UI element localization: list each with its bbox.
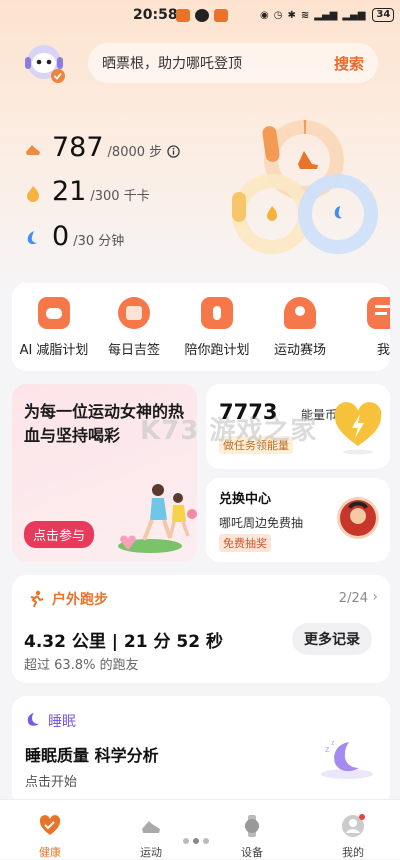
calendar-runner-icon bbox=[201, 297, 233, 329]
redeem-center-card[interactable]: 兑换中心 哪吒周边免费抽 免费抽奖 bbox=[206, 478, 390, 562]
tab-exercise[interactable]: 运动 bbox=[121, 814, 181, 860]
bluetooth-icon: ✱ bbox=[287, 9, 296, 21]
location-pin-icon bbox=[284, 297, 316, 329]
redeem-subtitle: 哪吒周边免费抽 bbox=[219, 516, 304, 530]
energy-heart-icon bbox=[334, 402, 382, 455]
quick-daily-sign[interactable]: 每日吉签 bbox=[94, 297, 174, 358]
sleep-start-link[interactable]: 点击开始 bbox=[25, 771, 77, 790]
document-icon bbox=[367, 297, 390, 329]
battery-icon: 34 bbox=[372, 8, 395, 22]
quick-run-plan[interactable]: 陪你跑计划 bbox=[177, 297, 257, 358]
tab-devices-label: 设备 bbox=[241, 846, 263, 859]
status-time: 20:58 bbox=[133, 7, 178, 23]
eye-icon: ◉ bbox=[260, 9, 269, 21]
bell-icon bbox=[195, 8, 209, 22]
run-comparison: 超过 63.8% 的跑友 bbox=[24, 658, 139, 673]
more-records-button[interactable]: 更多记录 bbox=[292, 623, 372, 655]
calories-value: 21 bbox=[52, 176, 87, 207]
minutes-metric[interactable]: 0 /30 分钟 bbox=[24, 221, 124, 252]
calendar-pig-icon bbox=[38, 297, 70, 329]
calories-ring-progress bbox=[232, 192, 246, 222]
quick-ai-plan[interactable]: AI 减脂计划 bbox=[14, 297, 94, 358]
tab-health-label: 健康 bbox=[39, 846, 61, 859]
clock-icon bbox=[27, 231, 37, 245]
bottom-tab-bar: 健康 运动 设备 我的 bbox=[0, 799, 400, 859]
page-dots bbox=[183, 838, 209, 844]
activity-rings[interactable] bbox=[228, 118, 388, 258]
runner-icon bbox=[30, 590, 44, 608]
alarm-icon: ◷ bbox=[273, 9, 283, 21]
tab-me[interactable]: 我的 bbox=[323, 814, 383, 860]
run-page-indicator: 2/24 bbox=[338, 591, 368, 606]
search-button[interactable]: 搜索 bbox=[334, 53, 364, 74]
redeem-title: 兑换中心 bbox=[219, 492, 272, 507]
steps-target: /8000 步 bbox=[107, 145, 163, 160]
footprint-icon bbox=[298, 151, 318, 169]
quick-my-more-label: 我的指 bbox=[377, 343, 390, 358]
watch-icon bbox=[245, 815, 259, 837]
outdoor-run-title: 户外跑步 bbox=[52, 592, 108, 608]
sleep-title: 睡眠 bbox=[48, 714, 76, 730]
quick-ai-plan-label: AI 减脂计划 bbox=[19, 343, 89, 358]
moon-icon bbox=[27, 713, 39, 726]
tab-devices[interactable]: 设备 bbox=[222, 814, 282, 860]
clock-icon bbox=[334, 206, 342, 219]
tab-exercise-label: 运动 bbox=[140, 846, 162, 859]
outdoor-run-card[interactable]: 户外跑步 2/24 › 4.32 公里 | 21 分 52 秒 超过 63.8%… bbox=[12, 575, 390, 683]
shoe-icon bbox=[142, 821, 160, 833]
svg-text:z: z bbox=[331, 740, 335, 747]
app-notification-icon-2 bbox=[214, 8, 228, 22]
heart-icon bbox=[39, 815, 61, 835]
sleep-card[interactable]: 睡眠 睡眠质量 科学分析 点击开始 z z bbox=[12, 696, 390, 806]
nezha-avatar bbox=[337, 497, 379, 539]
quick-run-plan-label: 陪你跑计划 bbox=[184, 343, 250, 358]
lucky-bag-icon bbox=[118, 297, 150, 329]
status-bar: 20:58 ◉ ◷ ✱ ≋ ▂▄▆ ▂▄▆ 34 bbox=[0, 0, 400, 32]
quick-actions: AI 减脂计划 每日吉签 陪你跑计划 运动赛场 我的指 bbox=[12, 283, 390, 371]
flame-icon bbox=[27, 186, 39, 202]
run-distance-time: 4.32 公里 | 21 分 52 秒 bbox=[24, 632, 223, 652]
quick-arena[interactable]: 运动赛场 bbox=[260, 297, 340, 358]
watermark-logo: K73 游戏之家 bbox=[140, 416, 318, 446]
free-draw-tag: 免费抽奖 bbox=[219, 534, 271, 552]
calories-metric[interactable]: 21 /300 千卡 bbox=[24, 176, 150, 207]
tab-me-label: 我的 bbox=[342, 846, 364, 859]
signal-icon: ▂▄▆ bbox=[314, 9, 338, 21]
wifi-icon: ≋ bbox=[300, 9, 310, 21]
svg-text:z: z bbox=[325, 744, 330, 754]
quick-my-more[interactable]: 我的指 bbox=[343, 297, 390, 358]
minutes-value: 0 bbox=[52, 221, 70, 252]
chevron-right-icon[interactable]: › bbox=[372, 589, 378, 605]
steps-metric[interactable]: 787 /8000 步 bbox=[24, 132, 180, 163]
signal-icon-2: ▂▄▆ bbox=[342, 9, 366, 21]
quick-daily-sign-label: 每日吉签 bbox=[107, 343, 160, 358]
sleep-moon-illustration: z z bbox=[321, 740, 373, 779]
search-bar[interactable]: 搜索 bbox=[88, 43, 378, 83]
profile-icon bbox=[342, 814, 365, 837]
calories-target: /300 千卡 bbox=[90, 189, 150, 204]
running-girls-illustration bbox=[118, 484, 197, 553]
search-input[interactable] bbox=[102, 55, 334, 71]
sleep-headline: 睡眠质量 科学分析 bbox=[25, 746, 159, 765]
minutes-target: /30 分钟 bbox=[73, 234, 125, 249]
join-button[interactable]: 点击参与 bbox=[24, 521, 95, 548]
info-icon[interactable] bbox=[167, 145, 180, 158]
steps-value: 787 bbox=[52, 132, 104, 163]
app-notification-icon bbox=[176, 8, 190, 22]
tab-health[interactable]: 健康 bbox=[20, 814, 80, 860]
avatar[interactable] bbox=[22, 40, 68, 86]
flame-icon bbox=[267, 206, 277, 221]
footprint-icon bbox=[26, 145, 40, 155]
status-icons: ◉ ◷ ✱ ≋ ▂▄▆ ▂▄▆ 34 bbox=[176, 8, 395, 22]
quick-arena-label: 运动赛场 bbox=[273, 343, 326, 358]
